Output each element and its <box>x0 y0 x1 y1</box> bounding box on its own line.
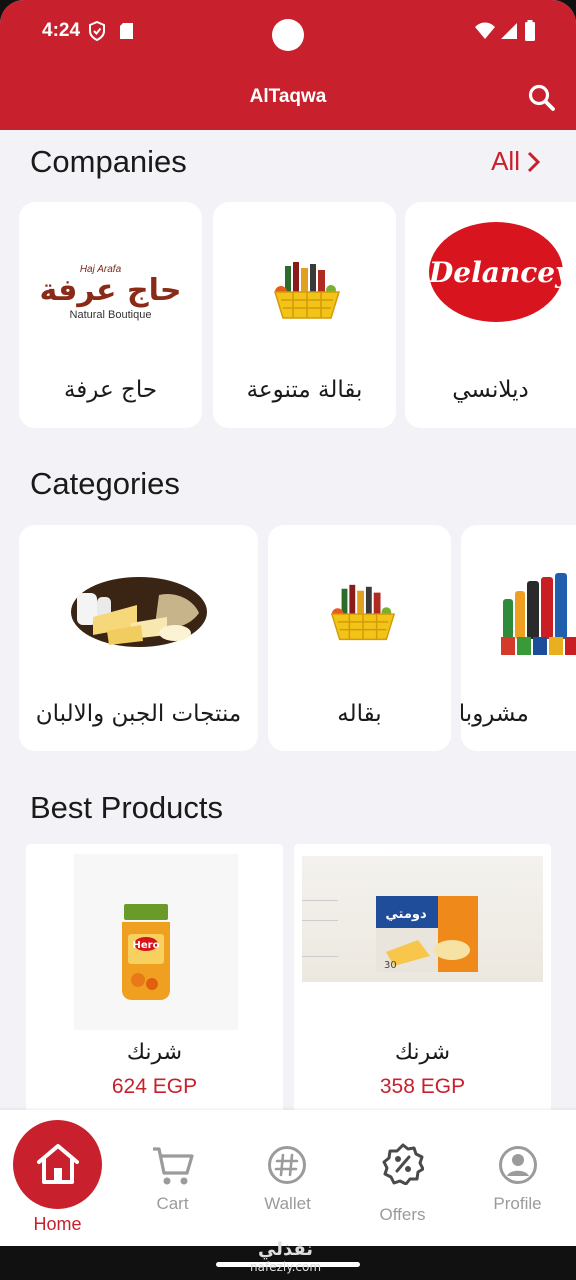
haj-arafa-logo: Haj Arafa حاج عرفة Natural Boutique <box>39 264 182 321</box>
svg-text:30: 30 <box>384 960 397 971</box>
wifi-icon <box>474 22 496 45</box>
app-screen: 4:24 AlTaqwa Companies All Haj Arafa حاج… <box>0 0 576 1280</box>
person-icon <box>499 1146 537 1184</box>
category-card-drinks[interactable]: مشروبات <box>461 525 576 751</box>
status-time: 4:24 <box>42 20 81 41</box>
grocery-basket-image <box>273 262 341 319</box>
nav-home[interactable]: Home <box>0 1110 115 1246</box>
shield-icon <box>88 20 106 46</box>
signal-icon <box>500 22 518 45</box>
battery-icon <box>524 20 536 46</box>
watermark: نفذلي nafezly.com <box>250 1239 322 1275</box>
best-products-heading: Best Products <box>30 790 223 825</box>
product-image-frame: Hero <box>74 854 238 1030</box>
company-card-haj-arafa[interactable]: Haj Arafa حاج عرفة Natural Boutique حاج … <box>19 202 202 428</box>
company-card-delancey[interactable]: Delancey ديلانسي <box>405 202 576 428</box>
nav-wallet[interactable]: Wallet <box>230 1110 345 1246</box>
product-name: شرنك <box>394 1040 451 1065</box>
nav-cart-label: Cart <box>156 1194 189 1213</box>
nav-home-label: Home <box>33 1214 82 1234</box>
home-active-bubble <box>13 1120 102 1209</box>
svg-text:Hero: Hero <box>133 940 160 951</box>
nav-wallet-label: Wallet <box>264 1194 311 1213</box>
product-image-frame: دومتي 30 <box>302 856 543 982</box>
product-price: 624 EGP <box>111 1075 198 1098</box>
search-icon <box>528 84 555 111</box>
product-card[interactable]: Hero شرنك 624 EGP <box>26 844 283 1110</box>
category-name: بقاله <box>337 701 382 727</box>
company-card-grocery[interactable]: بقالة متنوعة <box>213 202 396 428</box>
companies-all-link[interactable]: All <box>491 146 542 177</box>
companies-heading: Companies <box>30 144 187 179</box>
home-content[interactable]: Companies All Haj Arafa حاج عرفة Natural… <box>0 130 576 1110</box>
status-bar: 4:24 <box>0 0 576 64</box>
sd-card-icon <box>119 22 134 45</box>
dairy-products-image <box>71 577 207 647</box>
nav-profile[interactable]: Profile <box>460 1110 575 1246</box>
category-name: منتجات الجبن والالبان <box>35 701 242 727</box>
app-title: AlTaqwa <box>249 86 327 107</box>
all-label: All <box>491 146 520 176</box>
drinks-image <box>501 573 576 655</box>
nav-offers-label: Offers <box>379 1205 426 1224</box>
product-card[interactable]: دومتي 30 شرنك 358 EGP <box>294 844 551 1110</box>
nav-profile-label: Profile <box>493 1194 542 1213</box>
cart-icon <box>153 1147 194 1185</box>
grocery-basket-image <box>330 584 396 641</box>
front-camera <box>272 19 304 51</box>
company-name: ديلانسي <box>452 377 529 403</box>
home-icon <box>37 1144 79 1184</box>
nav-cart[interactable]: Cart <box>115 1110 230 1246</box>
delancey-logo: Delancey <box>429 222 571 322</box>
discount-badge-icon <box>382 1143 424 1185</box>
category-card-dairy[interactable]: منتجات الجبن والالبان <box>19 525 258 751</box>
company-name: حاج عرفة <box>63 377 158 403</box>
jam-jar-image: Hero <box>122 904 170 1000</box>
product-name: شرنك <box>126 1040 183 1065</box>
product-price: 358 EGP <box>379 1075 466 1098</box>
category-card-grocery[interactable]: بقاله <box>268 525 451 751</box>
nav-offers[interactable]: Offers <box>345 1110 460 1246</box>
app-bar: 4:24 AlTaqwa <box>0 0 576 130</box>
hash-icon <box>268 1146 306 1184</box>
svg-text:دومتي: دومتي <box>385 907 427 922</box>
categories-heading: Categories <box>30 466 180 501</box>
bottom-navigation: Home Cart Wallet Offers Profile <box>0 1110 576 1246</box>
chevron-right-icon <box>527 151 541 172</box>
company-name: بقالة متنوعة <box>246 377 363 403</box>
search-button[interactable] <box>526 82 558 114</box>
cheese-pack-image: دومتي 30 <box>376 896 478 972</box>
category-name: مشروبات <box>461 701 529 727</box>
